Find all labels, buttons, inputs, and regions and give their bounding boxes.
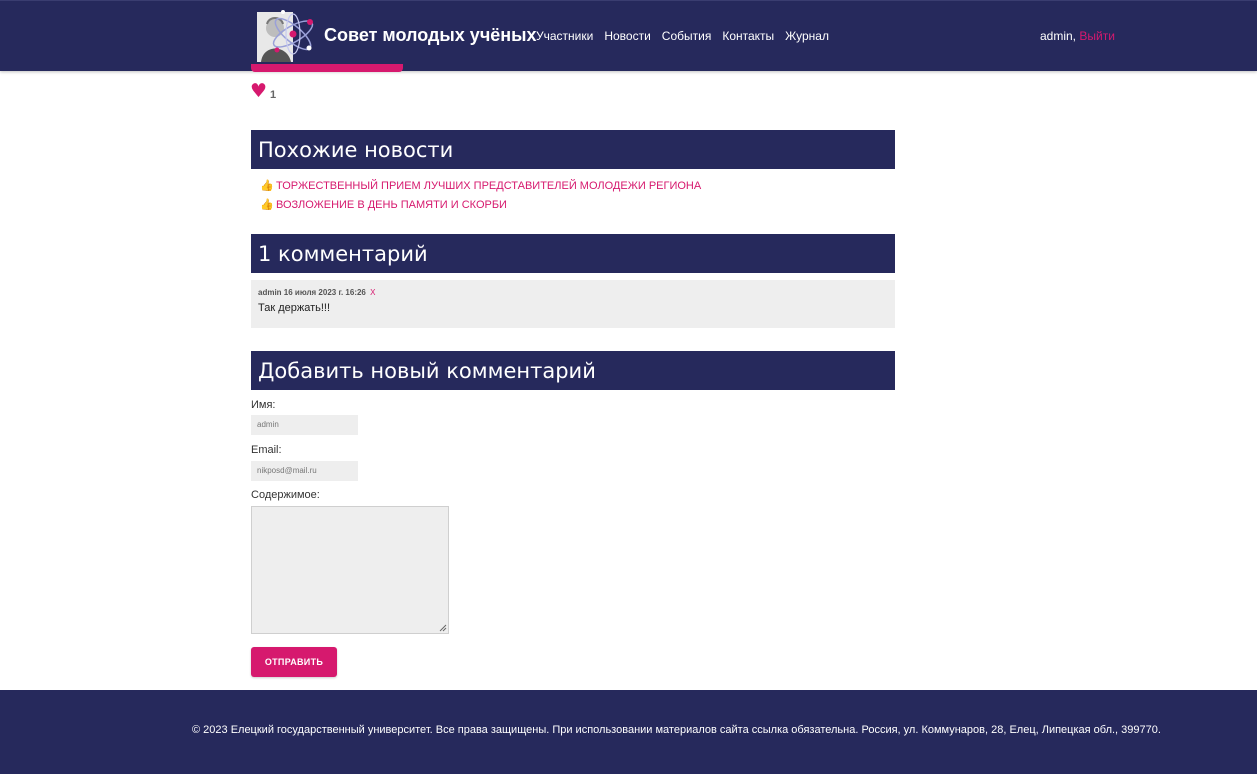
nav-item-journal[interactable]: Журнал	[785, 29, 829, 43]
main-nav: Участники Новости События Контакты Журна…	[536, 29, 840, 43]
related-news-list: 👍 ТОРЖЕСТВЕННЫЙ ПРИЕМ ЛУЧШИХ ПРЕДСТАВИТЕ…	[260, 176, 701, 214]
user-box: admin, Выйти	[1040, 29, 1115, 43]
related-news-link[interactable]: ВОЗЛОЖЕНИЕ В ДЕНЬ ПАМЯТИ И СКОРБИ	[276, 199, 507, 211]
submit-button[interactable]: ОТПРАВИТЬ	[251, 647, 337, 677]
name-label: Имя:	[251, 399, 276, 411]
content-textarea[interactable]	[251, 506, 449, 634]
comment: admin 16 июля 2023 г. 16:26 X Так держат…	[251, 280, 895, 328]
email-label: Email:	[251, 444, 282, 456]
list-item: 👍 ТОРЖЕСТВЕННЫЙ ПРИЕМ ЛУЧШИХ ПРЕДСТАВИТЕ…	[260, 176, 701, 195]
nav-item-contacts[interactable]: Контакты	[722, 29, 774, 43]
site-header: Совет молодых учёных Участники Новости С…	[0, 0, 1257, 71]
nav-item-members[interactable]: Участники	[536, 29, 593, 43]
add-comment-title: Добавить новый комментарий	[251, 351, 895, 390]
list-item: 👍 ВОЗЛОЖЕНИЕ В ДЕНЬ ПАМЯТИ И СКОРБИ	[260, 195, 701, 214]
nav-item-news[interactable]: Новости	[604, 29, 650, 43]
logout-link[interactable]: Выйти	[1079, 29, 1115, 43]
content-label: Содержимое:	[251, 489, 320, 501]
comment-text: Так держать!!!	[258, 302, 331, 314]
comment-meta: admin 16 июля 2023 г. 16:26 X	[258, 288, 888, 297]
related-news-title: Похожие новости	[251, 130, 895, 169]
partial-button[interactable]	[251, 64, 403, 72]
heart-icon[interactable]: ♥	[250, 82, 267, 101]
thumbs-up-icon: 👍	[260, 198, 274, 211]
atom-portrait-icon	[257, 10, 314, 62]
resize-handle-icon[interactable]	[439, 624, 447, 632]
delete-comment-link[interactable]: X	[370, 288, 375, 297]
nav-item-events[interactable]: События	[662, 29, 712, 43]
comments-title: 1 комментарий	[251, 234, 895, 273]
like-widget: ♥ 1	[250, 82, 277, 102]
site-footer: © 2023 Елецкий государственный университ…	[0, 690, 1257, 774]
site-title[interactable]: Совет молодых учёных	[324, 25, 537, 46]
name-field[interactable]	[251, 415, 358, 435]
related-news-link[interactable]: ТОРЖЕСТВЕННЫЙ ПРИЕМ ЛУЧШИХ ПРЕДСТАВИТЕЛЕ…	[276, 180, 701, 192]
username: admin,	[1040, 29, 1077, 43]
thumbs-up-icon: 👍	[260, 179, 274, 192]
footer-text: © 2023 Елецкий государственный университ…	[192, 724, 1161, 736]
site-logo[interactable]	[253, 4, 319, 66]
comment-author-date: admin 16 июля 2023 г. 16:26	[258, 288, 366, 297]
like-count: 1	[270, 89, 277, 101]
email-field[interactable]	[251, 461, 358, 481]
